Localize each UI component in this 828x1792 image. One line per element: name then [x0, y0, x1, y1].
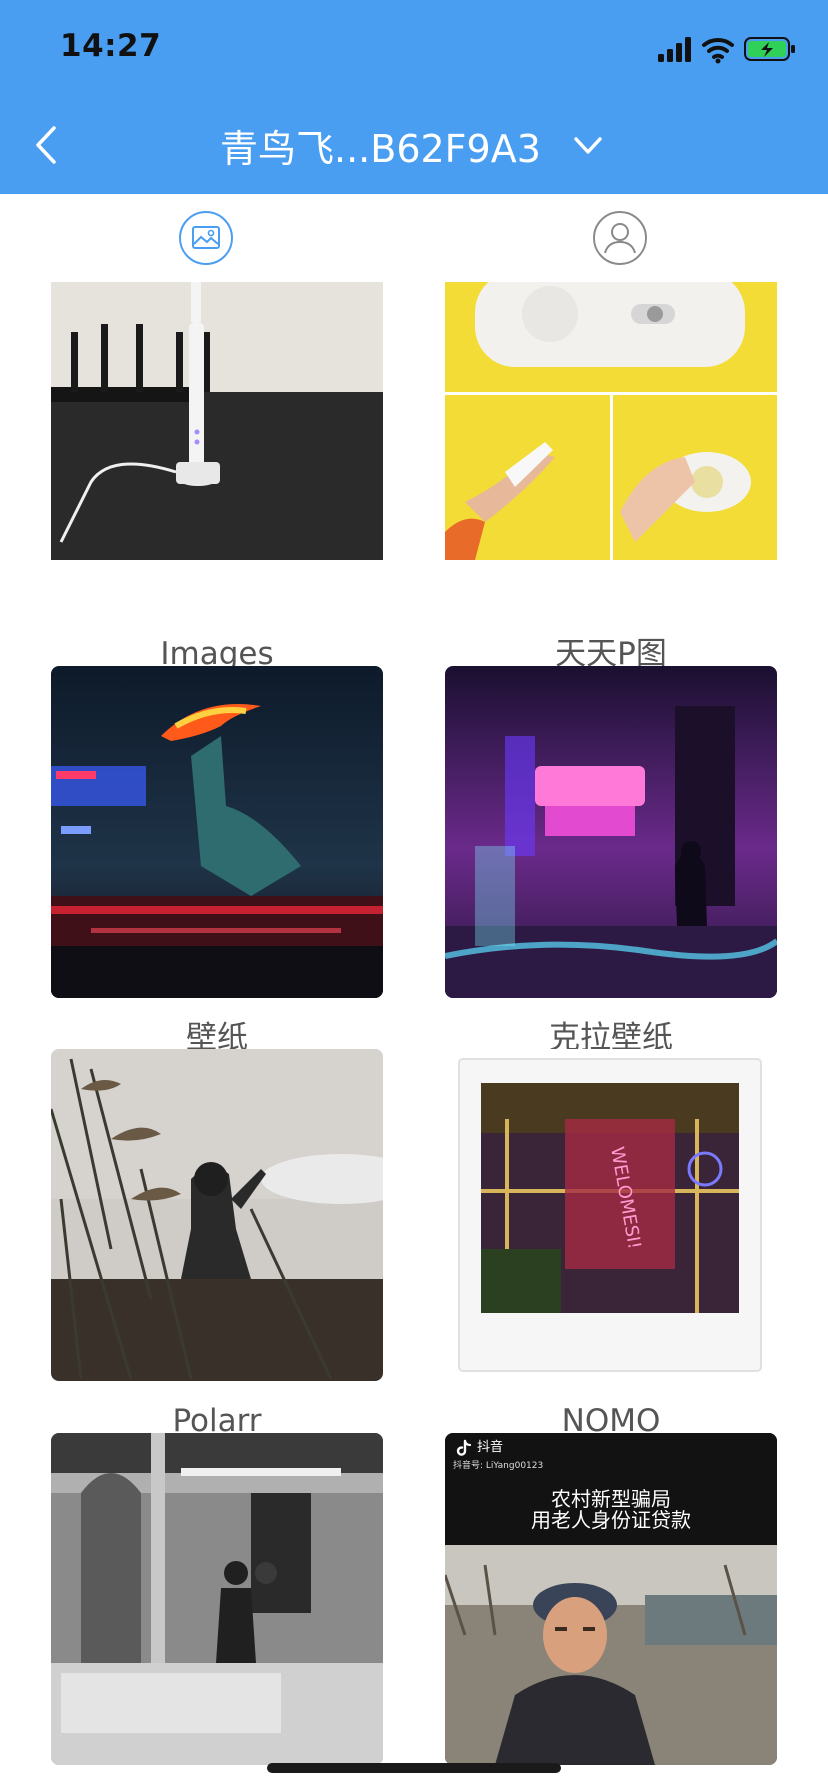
- album-thumbnail: [51, 1433, 383, 1765]
- home-indicator[interactable]: [267, 1763, 561, 1773]
- chevron-down-icon[interactable]: [568, 131, 608, 161]
- album-thumbnail: [51, 1049, 383, 1381]
- album-thumbnail: 抖音 抖音号: LiYang00123 农村新型骗局 用老人身份证贷款: [445, 1433, 777, 1765]
- tab-bar: [0, 194, 828, 282]
- page-title: 青鸟飞...B62F9A3: [220, 127, 541, 171]
- album-grid: Images 天天P图 壁纸 克拉壁纸 Polarr WELOMESI! NOM…: [0, 282, 828, 1792]
- photo-icon: [179, 211, 233, 265]
- album-thumbnail: WELOMESI!: [445, 1049, 777, 1381]
- wifi-icon: [702, 37, 734, 64]
- album-label: [445, 1785, 777, 1792]
- battery-icon: [744, 37, 795, 61]
- album-item[interactable]: [51, 1433, 383, 1792]
- tab-photos[interactable]: [178, 210, 234, 266]
- video-caption: 农村新型骗局 用老人身份证贷款: [531, 1487, 691, 1532]
- nav-title-bar[interactable]: 青鸟飞...B62F9A3: [0, 118, 828, 173]
- video-caption-area: 抖音 抖音号: LiYang00123 农村新型骗局 用老人身份证贷款: [445, 1433, 777, 1545]
- album-item[interactable]: 天天P图: [445, 282, 777, 674]
- album-item[interactable]: 壁纸: [51, 666, 383, 1058]
- signal-icon: [658, 37, 691, 62]
- status-time: 14:27: [60, 28, 162, 64]
- tiktok-icon: [455, 1439, 473, 1457]
- album-thumbnail: [51, 666, 383, 998]
- album-item[interactable]: 克拉壁纸: [445, 666, 777, 1058]
- album-thumbnail: [445, 282, 777, 614]
- album-label: [51, 1785, 383, 1792]
- tab-people[interactable]: [592, 210, 648, 266]
- video-frame: [445, 1545, 777, 1765]
- album-item[interactable]: Polarr: [51, 1049, 383, 1441]
- person-icon: [593, 211, 647, 265]
- status-icons: [658, 34, 798, 64]
- tiktok-app-label: 抖音: [455, 1436, 503, 1457]
- album-item[interactable]: WELOMESI! NOMO: [445, 1049, 777, 1441]
- album-item[interactable]: 抖音 抖音号: LiYang00123 农村新型骗局 用老人身份证贷款: [445, 1433, 777, 1792]
- tiktok-account: 抖音号: LiYang00123: [453, 1461, 544, 1471]
- top-bar: 14:27 青鸟飞...B62F9A3: [0, 0, 828, 194]
- album-thumbnail: [445, 666, 777, 998]
- album-item[interactable]: Images: [51, 282, 383, 674]
- album-thumbnail: [51, 282, 383, 614]
